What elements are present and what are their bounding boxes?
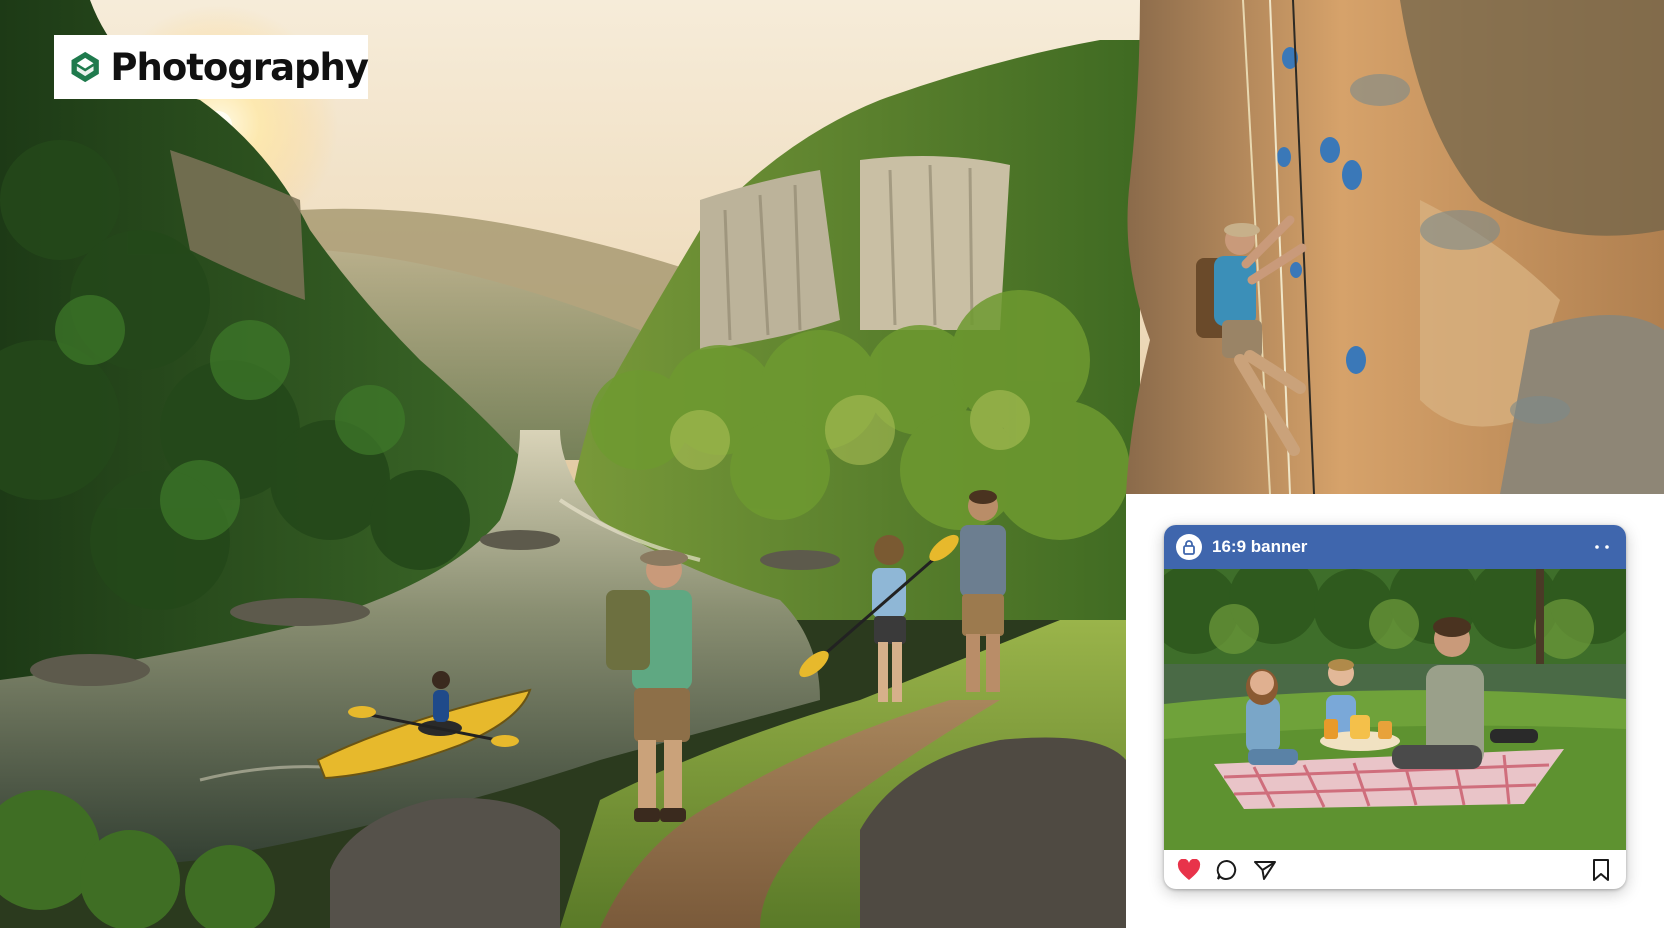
bookmark-icon[interactable]: [1588, 857, 1614, 883]
send-icon[interactable]: [1252, 857, 1278, 883]
social-post-card: 16:9 banner: [1164, 525, 1626, 889]
brand-logo: Photography: [54, 35, 369, 99]
brand-name: Photography: [110, 45, 369, 89]
comment-icon[interactable]: [1214, 857, 1240, 883]
heart-icon[interactable]: [1176, 857, 1202, 883]
lock-icon: [1176, 534, 1202, 560]
post-header: 16:9 banner: [1164, 525, 1626, 569]
post-actions: [1164, 850, 1626, 889]
post-image: [1164, 569, 1626, 850]
post-title: 16:9 banner: [1212, 537, 1308, 556]
brand-mark-icon: [71, 51, 99, 83]
more-icon[interactable]: [1590, 535, 1614, 559]
